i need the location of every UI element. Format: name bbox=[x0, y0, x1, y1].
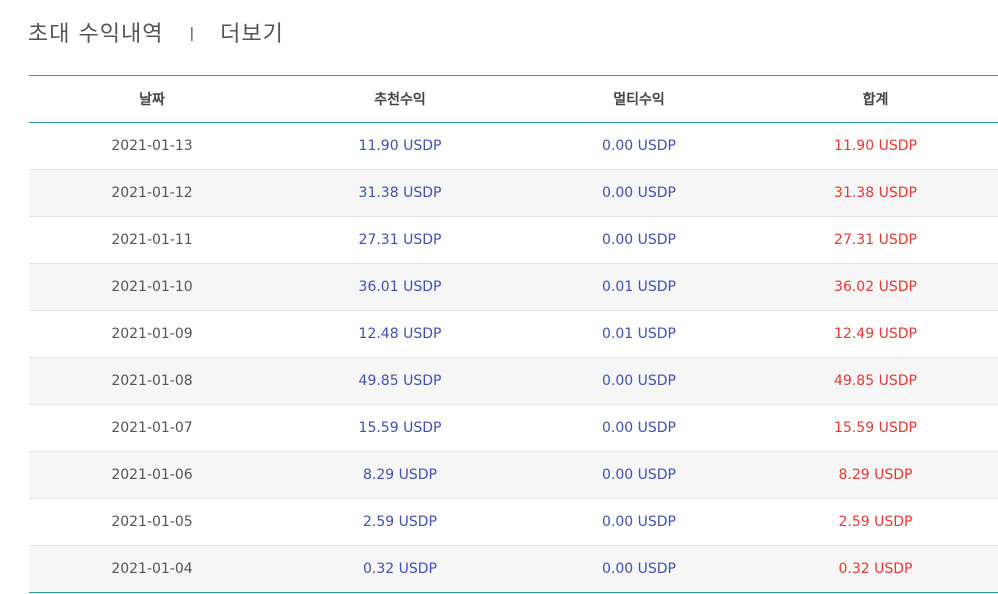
column-header-referral-income: 추천수익 bbox=[374, 92, 426, 108]
table-row: 2021-01-09 12.48 USDP 0.01 USDP 12.49 US… bbox=[29, 311, 998, 358]
referral-income-cell: 2.59 USDP bbox=[363, 514, 437, 530]
table-row: 2021-01-08 49.85 USDP 0.00 USDP 49.85 US… bbox=[29, 357, 998, 405]
total-cell: 0.32 USDP bbox=[838, 561, 913, 577]
table-row: 2021-01-13 11.90 USDP 0.00 USDP 11.90 US… bbox=[29, 123, 998, 170]
date-cell: 2021-01-11 bbox=[111, 232, 193, 248]
referral-income-cell: 27.31 USDP bbox=[358, 232, 442, 248]
referral-income-cell: 31.38 USDP bbox=[358, 185, 442, 201]
table-row: 2021-01-10 36.01 USDP 0.01 USDP 36.02 US… bbox=[29, 263, 998, 311]
table-row: 2021-01-07 15.59 USDP 0.00 USDP 15.59 US… bbox=[29, 405, 998, 452]
total-cell: 36.02 USDP bbox=[834, 279, 917, 295]
multi-income-cell: 0.00 USDP bbox=[602, 561, 676, 577]
more-link[interactable]: 더보기 bbox=[220, 16, 284, 48]
table-header: 날짜 추천수익 멀티수익 합계 bbox=[29, 75, 998, 123]
multi-income-cell: 0.00 USDP bbox=[602, 138, 676, 154]
table-row: 2021-01-05 2.59 USDP 0.00 USDP 2.59 USDP bbox=[29, 499, 998, 546]
referral-income-cell: 12.48 USDP bbox=[358, 326, 442, 342]
date-cell: 2021-01-04 bbox=[111, 561, 193, 577]
total-cell: 11.90 USDP bbox=[834, 138, 917, 154]
date-cell: 2021-01-13 bbox=[111, 138, 193, 154]
table-row: 2021-01-12 31.38 USDP 0.00 USDP 31.38 US… bbox=[29, 169, 998, 217]
column-header-multi-income: 멀티수익 bbox=[613, 92, 665, 108]
multi-income-cell: 0.00 USDP bbox=[602, 232, 676, 248]
column-header-date: 날짜 bbox=[139, 92, 165, 108]
table-row: 2021-01-11 27.31 USDP 0.00 USDP 27.31 US… bbox=[29, 217, 998, 264]
table-row: 2021-01-04 0.32 USDP 0.00 USDP 0.32 USDP bbox=[29, 545, 998, 593]
header-separator: | bbox=[189, 26, 195, 42]
multi-income-cell: 0.00 USDP bbox=[602, 420, 676, 436]
total-cell: 15.59 USDP bbox=[834, 420, 917, 436]
total-cell: 8.29 USDP bbox=[838, 467, 913, 483]
page-title: 초대 수익내역 bbox=[28, 22, 164, 47]
table-row: 2021-01-06 8.29 USDP 0.00 USDP 8.29 USDP bbox=[29, 451, 998, 499]
referral-income-cell: 15.59 USDP bbox=[358, 420, 442, 436]
total-cell: 49.85 USDP bbox=[834, 373, 917, 389]
referral-income-cell: 0.32 USDP bbox=[363, 561, 437, 577]
date-cell: 2021-01-05 bbox=[111, 514, 193, 530]
multi-income-cell: 0.01 USDP bbox=[602, 279, 676, 295]
total-cell: 2.59 USDP bbox=[838, 514, 913, 530]
date-cell: 2021-01-06 bbox=[111, 467, 193, 483]
total-cell: 27.31 USDP bbox=[834, 232, 917, 248]
multi-income-cell: 0.00 USDP bbox=[602, 514, 676, 530]
referral-income-cell: 8.29 USDP bbox=[363, 467, 437, 483]
date-cell: 2021-01-07 bbox=[111, 420, 193, 436]
column-header-total: 합계 bbox=[862, 92, 889, 108]
date-cell: 2021-01-10 bbox=[111, 279, 193, 295]
total-cell: 12.49 USDP bbox=[834, 326, 917, 342]
date-cell: 2021-01-08 bbox=[111, 373, 193, 389]
referral-income-cell: 36.01 USDP bbox=[358, 279, 442, 295]
multi-income-cell: 0.01 USDP bbox=[602, 326, 676, 342]
referral-income-cell: 11.90 USDP bbox=[358, 138, 442, 154]
income-table-container: 날짜 추천수익 멀티수익 합계 2021-01-13 11.90 USDP 0.… bbox=[29, 75, 998, 593]
income-table: 날짜 추천수익 멀티수익 합계 2021-01-13 11.90 USDP 0.… bbox=[29, 75, 998, 593]
date-cell: 2021-01-09 bbox=[111, 326, 193, 342]
multi-income-cell: 0.00 USDP bbox=[602, 467, 676, 483]
table-header-row: 날짜 추천수익 멀티수익 합계 bbox=[29, 75, 998, 123]
date-cell: 2021-01-12 bbox=[111, 185, 193, 201]
multi-income-cell: 0.00 USDP bbox=[602, 185, 676, 201]
referral-income-cell: 49.85 USDP bbox=[358, 373, 442, 389]
multi-income-cell: 0.00 USDP bbox=[602, 373, 676, 389]
table-body: 2021-01-13 11.90 USDP 0.00 USDP 11.90 US… bbox=[29, 123, 998, 593]
total-cell: 31.38 USDP bbox=[834, 185, 917, 201]
page-header: 초대 수익내역 | 더보기 bbox=[28, 14, 284, 50]
